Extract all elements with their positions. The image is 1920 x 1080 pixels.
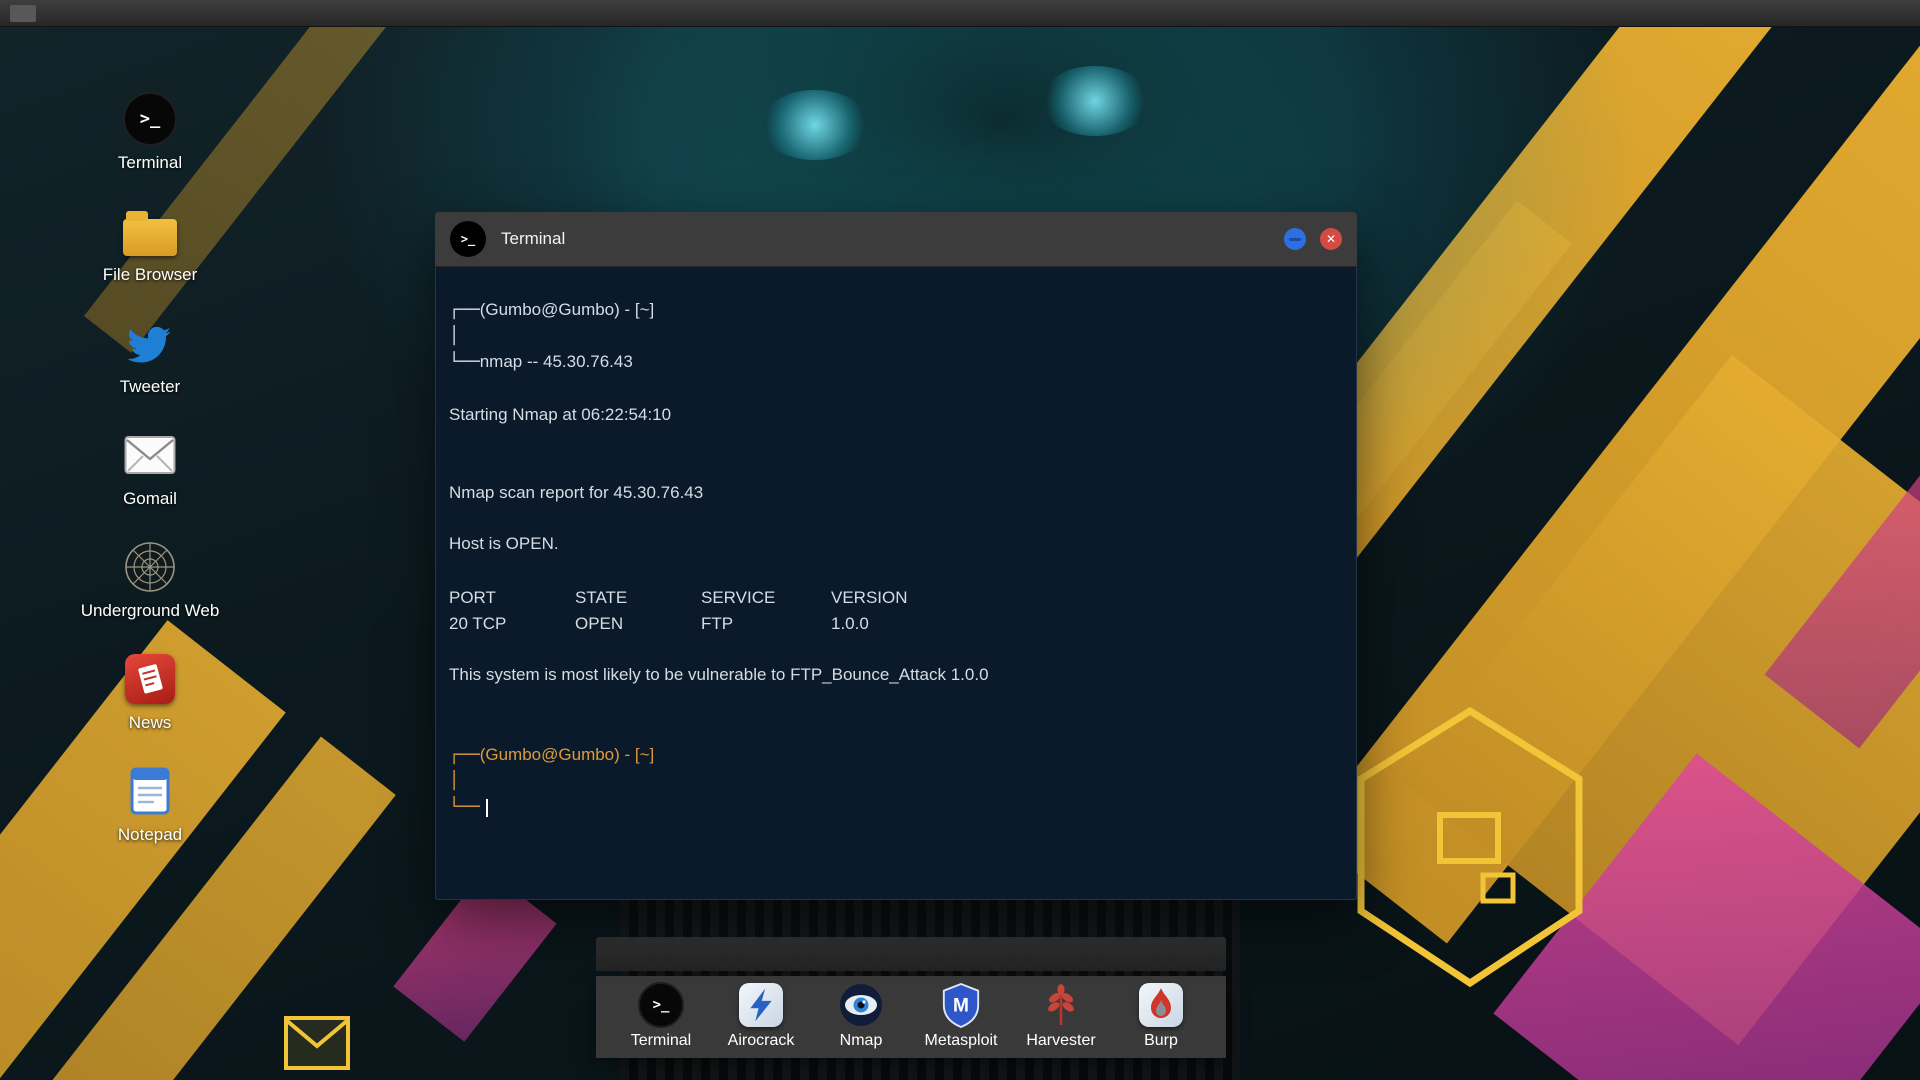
table-header: PORT	[449, 588, 496, 607]
port-table: PORT STATE SERVICE VERSION 20 TCP OPEN F…	[449, 585, 1336, 637]
desktop-icon-news[interactable]: News	[80, 650, 220, 762]
eye-icon	[840, 984, 882, 1026]
command-line: └──nmap -- 45.30.76.43	[449, 352, 633, 372]
desktop-icon-label: Terminal	[117, 153, 183, 172]
desktop-icon-terminal[interactable]: >_ Terminal	[80, 90, 220, 202]
bird-icon	[127, 326, 171, 363]
dock-item-burp[interactable]: Burp	[1129, 982, 1193, 1058]
window-title: Terminal	[501, 229, 566, 248]
output-line: Starting Nmap at 06:22:54:10	[449, 405, 672, 424]
table-header: VERSION	[831, 588, 908, 607]
table-cell: 20 TCP	[449, 614, 507, 633]
wallpaper-eye-glow	[760, 90, 870, 160]
notepad-icon	[130, 767, 170, 815]
terminal-titlebar-icon: >_	[450, 221, 486, 257]
desktop-icon-file-browser[interactable]: File Browser	[80, 202, 220, 314]
output-line: Host is OPEN.	[449, 534, 559, 553]
dock: >_ Terminal Airocrack Nmap M Metasploit …	[596, 976, 1226, 1058]
desktop-icon-label: File Browser	[102, 265, 198, 284]
envelope-outline	[284, 1016, 350, 1070]
terminal-cursor	[485, 798, 488, 817]
shield-icon: M	[942, 982, 980, 1028]
table-cell: FTP	[701, 614, 734, 633]
prompt-line: │	[449, 771, 460, 791]
close-button[interactable]: ✕	[1320, 228, 1342, 250]
table-cell: OPEN	[575, 614, 624, 633]
dock-item-metasploit[interactable]: M Metasploit	[925, 982, 997, 1058]
dock-item-label: Nmap	[839, 1032, 883, 1049]
desktop-icon-label: Tweeter	[119, 377, 181, 396]
dock-item-airocrack[interactable]: Airocrack	[727, 982, 795, 1058]
dock-item-label: Burp	[1144, 1032, 1178, 1049]
desktop-icon-label: News	[128, 713, 172, 732]
terminal-output[interactable]: ┌──(Gumbo@Gumbo) - [~] │ └──nmap -- 45.3…	[435, 267, 1357, 900]
table-header: SERVICE	[701, 588, 776, 607]
dock-item-nmap[interactable]: Nmap	[829, 982, 893, 1058]
desktop-icon-gomail[interactable]: Gomail	[80, 426, 220, 538]
hexagon-outline	[1357, 706, 1583, 988]
window-controls: ✕	[1284, 228, 1342, 250]
desktop-icon-notepad[interactable]: Notepad	[80, 762, 220, 874]
terminal-icon: >_	[123, 92, 177, 146]
wallpaper-eye-glow	[1040, 66, 1150, 136]
prompt-line: ┌──(Gumbo@Gumbo) - [~]	[449, 300, 655, 320]
desktop-icon-label: Gomail	[123, 489, 177, 508]
mail-icon	[124, 436, 176, 474]
dock-panel-shadow	[596, 937, 1226, 971]
table-header: STATE	[575, 588, 628, 607]
dock-item-terminal[interactable]: >_ Terminal	[629, 982, 693, 1058]
folder-icon	[123, 210, 177, 256]
terminal-titlebar[interactable]: >_ Terminal ✕	[435, 212, 1357, 267]
desktop-icon-column: >_ Terminal File Browser Tweeter Gomail	[80, 90, 220, 874]
wheat-icon	[1048, 984, 1074, 1025]
svg-text:M: M	[953, 996, 969, 1017]
flame-icon	[1151, 988, 1171, 1018]
news-icon	[125, 654, 175, 704]
dock-item-label: Terminal	[630, 1032, 692, 1049]
desktop-icon-tweeter[interactable]: Tweeter	[80, 314, 220, 426]
desktop-icon-label: Notepad	[117, 825, 183, 844]
minimize-button[interactable]	[1284, 228, 1306, 250]
dock-item-label: Harvester	[1026, 1032, 1096, 1049]
table-cell: 1.0.0	[831, 614, 869, 633]
close-icon: ✕	[1325, 232, 1337, 246]
lightning-icon	[750, 988, 772, 1022]
top-bar-tab[interactable]	[10, 5, 36, 22]
prompt-line: ┌──(Gumbo@Gumbo) - [~]	[449, 745, 655, 765]
terminal-icon: >_	[638, 982, 684, 1028]
dock-item-label: Metasploit	[924, 1032, 998, 1049]
dock-item-harvester[interactable]: Harvester	[1026, 982, 1096, 1058]
prompt-line: │	[449, 326, 460, 346]
terminal-window: >_ Terminal ✕ ┌──(Gumbo@Gumbo) - [~] │ └…	[435, 212, 1357, 900]
dock-item-label: Airocrack	[727, 1032, 795, 1049]
desktop-icon-underground-web[interactable]: Underground Web	[80, 538, 220, 650]
output-line: Nmap scan report for 45.30.76.43	[449, 483, 704, 502]
top-bar	[0, 0, 1920, 27]
vulnerability-line: This system is most likely to be vulnera…	[449, 665, 989, 684]
web-icon	[125, 542, 175, 592]
input-line[interactable]: └──	[449, 794, 1336, 820]
desktop-icon-label: Underground Web	[80, 601, 220, 620]
